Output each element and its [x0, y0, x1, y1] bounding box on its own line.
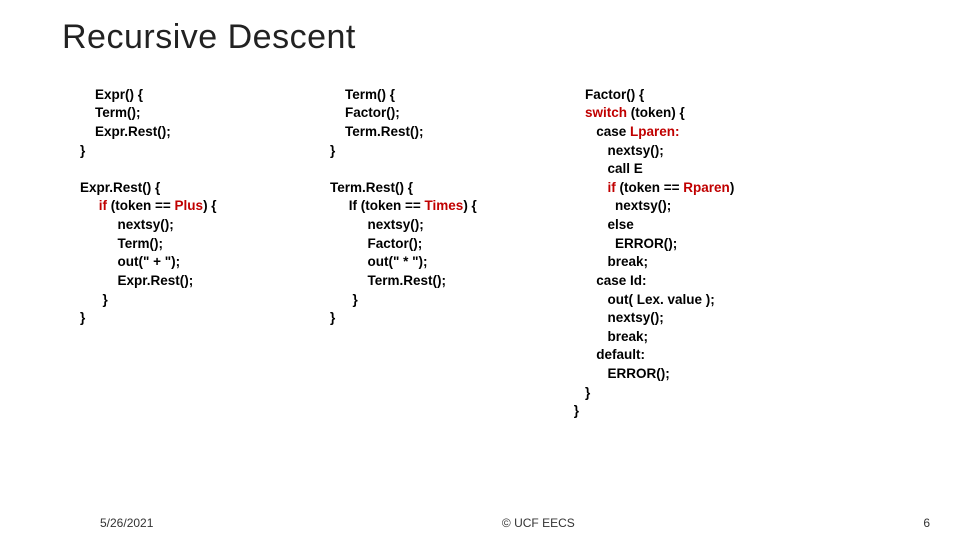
kw-switch: switch: [585, 105, 627, 120]
expr-rest-mid2: ) { nextsy(); Term(); out(" + "); Expr.R…: [80, 198, 217, 325]
kw-plus: Plus: [175, 198, 204, 213]
code-columns: Expr() { Term(); Expr.Rest(); } Expr.Res…: [0, 67, 960, 440]
factor-l4: (token ==: [616, 180, 684, 195]
kw-if: if: [99, 198, 107, 213]
slide-title: Recursive Descent: [0, 0, 960, 67]
kw-rparen: Rparen: [683, 180, 730, 195]
footer-center: © UCF EECS: [502, 516, 575, 530]
kw-times: Times: [425, 198, 464, 213]
column-expr: Expr() { Term(); Expr.Rest(); } Expr.Res…: [80, 67, 330, 440]
expr-block: Expr() { Term(); Expr.Rest(); }: [80, 87, 171, 158]
column-factor: Factor() { switch (token) { case Lparen:…: [570, 67, 830, 440]
kw-if-2: if: [608, 180, 616, 195]
kw-lparen: Lparen:: [630, 124, 680, 139]
footer-date: 5/26/2021: [100, 516, 153, 530]
term-block: Term() { Factor(); Term.Rest(); }: [330, 87, 424, 158]
term-rest-mid: ) { nextsy(); Factor(); out(" * "); Term…: [330, 198, 477, 325]
factor-l5: ) nextsy(); else ERROR(); break; case Id…: [570, 180, 734, 419]
expr-rest-mid1: (token ==: [107, 198, 175, 213]
column-term: Term() { Factor(); Term.Rest(); } Term.R…: [330, 67, 570, 440]
footer-page: 6: [923, 516, 930, 530]
slide-footer: 5/26/2021 © UCF EECS 6: [0, 516, 960, 530]
term-rest-open: Term.Rest() { If (token ==: [330, 180, 425, 214]
